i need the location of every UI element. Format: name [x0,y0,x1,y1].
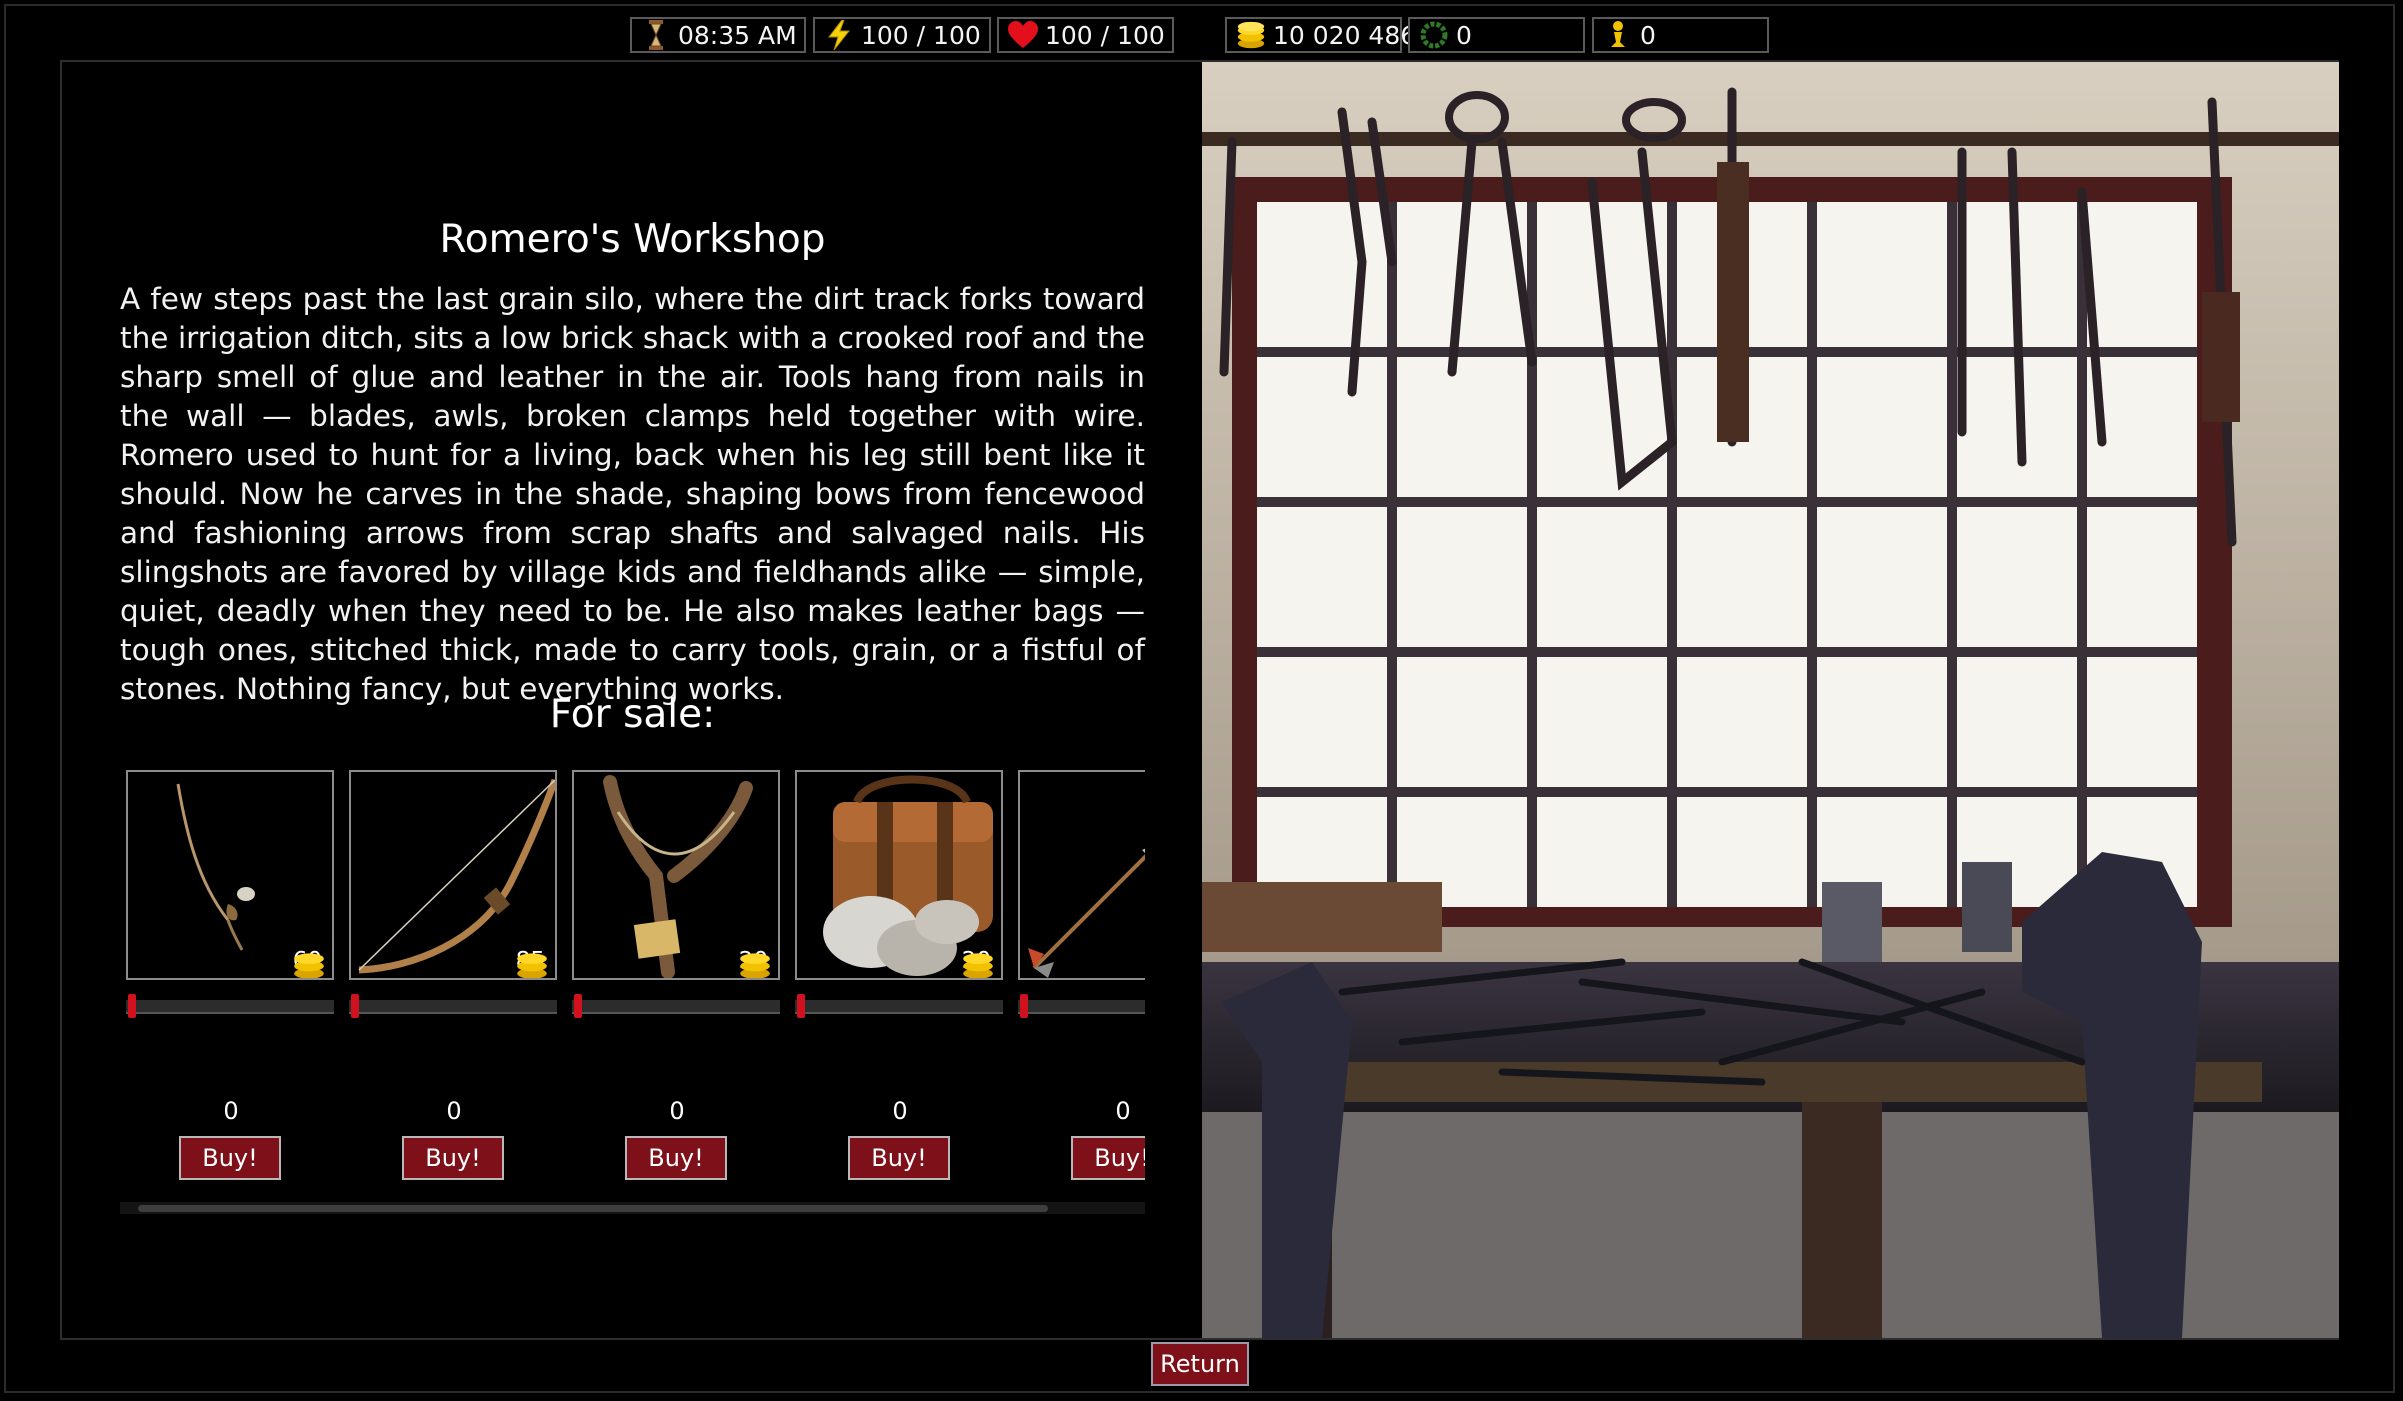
item-image: 20 [572,770,780,980]
workshop-illustration [1202,62,2339,1338]
time-display: 08:35 AM [630,17,806,53]
pawn-value: 0 [1640,20,1656,50]
heart-icon [1007,21,1039,49]
laurel-wreath-icon [1418,21,1450,49]
slider-track [572,1000,780,1014]
item-price: 20 [959,948,993,978]
gold-coins-icon [962,953,993,978]
shop-title: Romero's Workshop [439,217,826,262]
horizontal-scrollbar[interactable] [120,1202,1145,1214]
shop-item: 20 0 Buy! [566,764,788,1184]
energy-display: 100 / 100 [813,17,991,53]
scrollbar-thumb[interactable] [138,1205,1048,1212]
item-quantity: 0 [669,1097,685,1125]
shop-description: A few steps past the last grain silo, wh… [120,282,1145,706]
for-sale-heading: For sale: [549,692,716,737]
slider-handle[interactable] [574,994,582,1018]
pawn-display: 0 [1592,17,1769,53]
items-track: 60 0 Buy! [120,764,1145,1184]
item-price: 20 [736,948,770,978]
slider-track [1018,1000,1145,1014]
quantity-slider[interactable] [1018,992,1145,1018]
shop-item: 20 0 Buy! [789,764,1011,1184]
buy-button[interactable]: Buy! [179,1136,281,1180]
quantity-slider[interactable] [795,992,1003,1018]
buy-button[interactable]: Buy! [1071,1136,1145,1180]
items-carousel[interactable]: 60 0 Buy! [120,764,1145,1219]
item-price: 60 [290,948,324,978]
item-quantity: 0 [1115,1097,1131,1125]
status-bar: 08:35 AM 100 / 100 100 / 100 10 020 486 … [0,0,2403,58]
gold-coins-icon [739,953,770,978]
gold-coins-icon [516,953,547,978]
item-image: 60 [126,770,334,980]
main-panel: Romero's Workshop A few steps past the l… [60,60,2339,1340]
slider-handle[interactable] [128,994,136,1018]
shop-item: 85 0 Buy! [343,764,565,1184]
item-image [1018,770,1145,980]
item-image: 85 [349,770,557,980]
shop-info: Romero's Workshop A few steps past the l… [62,62,1202,1338]
quantity-slider[interactable] [126,992,334,1018]
buy-button[interactable]: Buy! [625,1136,727,1180]
arrow-icon [1028,848,1145,978]
energy-value: 100 / 100 [861,20,981,50]
item-price: 85 [513,948,547,978]
gold-display: 10 020 486 [1225,17,1416,53]
item-image: 20 [795,770,1003,980]
item-quantity: 0 [223,1097,239,1125]
shop-item: 60 0 Buy! [120,764,342,1184]
wreath-display: 0 [1408,17,1585,53]
pawn-icon [1602,21,1634,49]
hourglass-icon [640,20,672,50]
buy-button[interactable]: Buy! [848,1136,950,1180]
slider-handle[interactable] [1020,994,1028,1018]
slider-track [126,1000,334,1014]
wreath-value: 0 [1456,20,1472,50]
workshop-image [1202,62,2339,1338]
slider-handle[interactable] [351,994,359,1018]
slider-track [349,1000,557,1014]
item-quantity: 0 [892,1097,908,1125]
health-display: 100 / 100 [997,17,1174,53]
shop-item: 0 Buy! [1012,764,1145,1184]
gold-coins-icon [1235,21,1267,49]
return-button[interactable]: Return [1151,1342,1249,1386]
slider-handle[interactable] [797,994,805,1018]
item-quantity: 0 [446,1097,462,1125]
lightning-icon [823,20,855,50]
buy-button[interactable]: Buy! [402,1136,504,1180]
gold-value: 10 020 486 [1273,20,1417,50]
gold-coins-icon [293,953,324,978]
health-value: 100 / 100 [1045,20,1165,50]
slider-track [795,1000,1003,1014]
time-value: 08:35 AM [678,20,797,50]
quantity-slider[interactable] [572,992,780,1018]
quantity-slider[interactable] [349,992,557,1018]
